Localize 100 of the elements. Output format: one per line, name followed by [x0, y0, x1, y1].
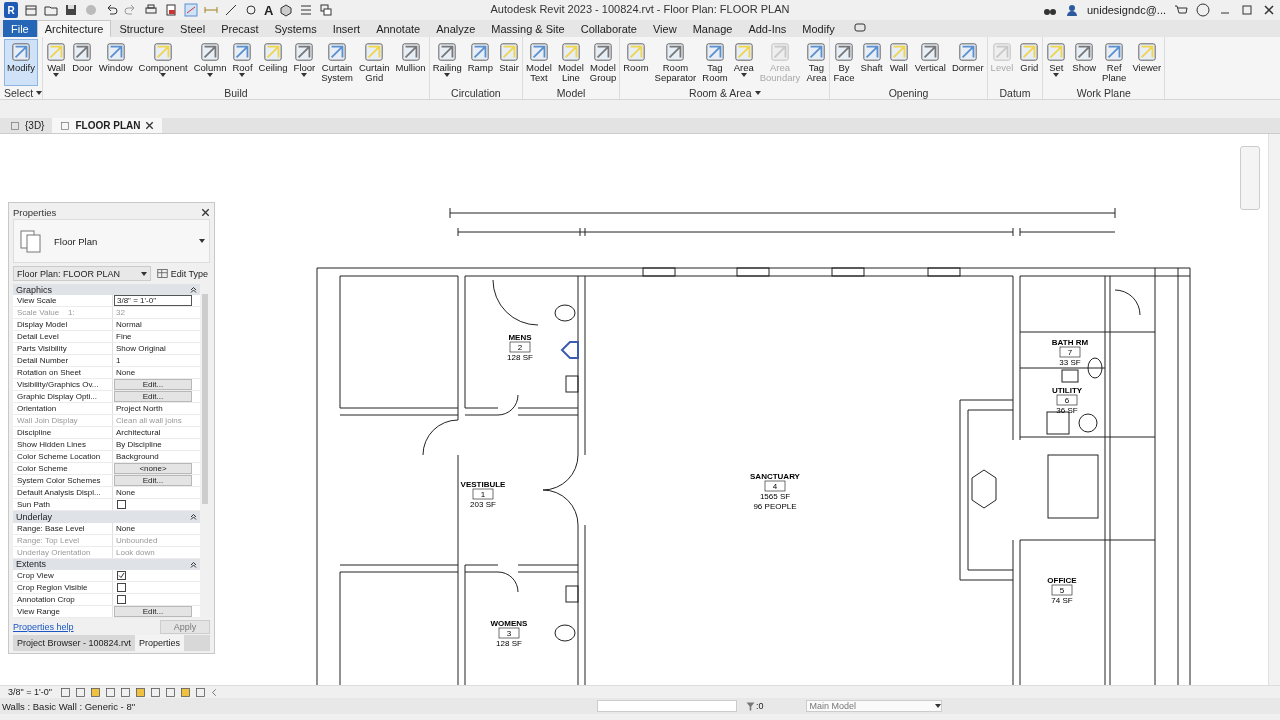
- ribbon-tab[interactable]: Precast: [213, 20, 267, 37]
- checkbox[interactable]: [117, 571, 126, 580]
- section-header[interactable]: Underlay: [13, 511, 200, 523]
- ribbon-tool[interactable]: Dormer: [948, 39, 987, 86]
- ribbon-tool[interactable]: Model Text: [523, 39, 555, 86]
- scrollbar[interactable]: [1268, 134, 1280, 685]
- edit-type-button[interactable]: Edit Type: [154, 266, 210, 281]
- ribbon-tab[interactable]: Steel: [172, 20, 214, 37]
- ribbon-tab[interactable]: Massing & Site: [483, 20, 573, 37]
- ribbon-tool[interactable]: Floor: [290, 39, 319, 86]
- ribbon-tool[interactable]: Component: [135, 39, 191, 86]
- property-button[interactable]: Edit...: [114, 606, 192, 617]
- user-account[interactable]: unidesigndc@...: [1086, 4, 1166, 16]
- property-value: 1: [115, 355, 122, 367]
- view-icon[interactable]: [10, 120, 20, 131]
- ribbon-tool[interactable]: By Face: [830, 39, 858, 86]
- section-header[interactable]: Extents: [13, 558, 200, 570]
- document-tab[interactable]: FLOOR PLAN: [52, 118, 163, 133]
- ribbon-tab[interactable]: Collaborate: [572, 20, 645, 37]
- ribbon-tab[interactable]: View: [645, 20, 685, 37]
- ribbon-tool[interactable]: Stair: [496, 39, 523, 86]
- measure-icon[interactable]: [184, 3, 198, 17]
- ribbon-tool[interactable]: Door: [69, 39, 96, 86]
- ribbon-tool[interactable]: Tag Room: [699, 39, 731, 86]
- tile-icon: [733, 42, 754, 62]
- ribbon-tool[interactable]: Railing: [429, 39, 465, 86]
- windows-icon[interactable]: [319, 3, 334, 17]
- panel-tab[interactable]: Project Browser - 100824.rvt: [13, 635, 136, 651]
- workset-field[interactable]: [597, 700, 737, 712]
- document-tab[interactable]: {3D}: [2, 118, 53, 133]
- checkbox[interactable]: [117, 595, 126, 604]
- ribbon-tool[interactable]: Model Line: [554, 39, 587, 86]
- list-icon[interactable]: [299, 3, 314, 17]
- ribbon-tool[interactable]: Tag Area: [803, 39, 830, 86]
- ribbon-tool[interactable]: Vertical: [911, 39, 949, 86]
- ribbon-tab[interactable]: Analyze: [428, 20, 484, 37]
- user-icon[interactable]: [1064, 3, 1079, 17]
- ribbon-tab[interactable]: Manage: [684, 20, 741, 37]
- group-label[interactable]: Select: [4, 86, 34, 99]
- pdf-icon[interactable]: [164, 3, 178, 17]
- ribbon-tool[interactable]: Curtain Grid: [355, 39, 393, 86]
- ribbon-tool[interactable]: Roof: [229, 39, 256, 86]
- print-icon[interactable]: [144, 3, 158, 17]
- ribbon-tool[interactable]: Mullion: [392, 39, 429, 86]
- instance-dropdown[interactable]: Floor Plan: FLOOR PLAN: [13, 266, 151, 281]
- ribbon-tool[interactable]: Area: [730, 39, 757, 86]
- checkbox[interactable]: [117, 583, 126, 592]
- ribbon-tool[interactable]: Grid: [1016, 39, 1043, 86]
- ribbon-tool[interactable]: Wall: [885, 39, 912, 86]
- panel-tab[interactable]: Properties: [135, 635, 185, 651]
- type-selector[interactable]: Floor Plan: [13, 219, 210, 263]
- app-logo[interactable]: R: [4, 2, 18, 18]
- ribbon-tool[interactable]: Show: [1069, 39, 1100, 86]
- view-cube-icon[interactable]: [279, 3, 294, 17]
- ribbon-tool[interactable]: Set: [1043, 39, 1070, 86]
- ribbon-tool[interactable]: Shaft: [857, 39, 886, 86]
- maximize-icon[interactable]: [1240, 3, 1254, 17]
- ribbon-tool[interactable]: Modify: [4, 39, 38, 86]
- text-tool[interactable]: A: [264, 2, 274, 18]
- property-button[interactable]: <none>: [114, 463, 192, 475]
- ribbon-tool[interactable]: Ramp: [464, 39, 497, 86]
- cart-icon[interactable]: [1174, 3, 1188, 17]
- save-icon[interactable]: [64, 3, 78, 17]
- ribbon-tab[interactable]: Systems: [266, 20, 325, 37]
- folder-icon[interactable]: [44, 3, 58, 17]
- ribbon-tool[interactable]: Ceiling: [255, 39, 291, 86]
- ribbon-tool[interactable]: Wall: [43, 39, 70, 86]
- close-icon[interactable]: [201, 207, 210, 217]
- ribbon-tool[interactable]: Viewer: [1129, 39, 1165, 86]
- ribbon-tool[interactable]: Curtain System: [318, 39, 356, 86]
- property-button[interactable]: Edit...: [114, 379, 192, 391]
- ribbon-tool[interactable]: Ref Plane: [1099, 39, 1130, 86]
- ribbon-tab[interactable]: Add-Ins: [740, 20, 795, 37]
- group-label[interactable]: Room & Area: [689, 86, 752, 99]
- ribbon-tool[interactable]: Room: [620, 39, 652, 86]
- ribbon-tool[interactable]: Model Group: [586, 39, 620, 86]
- property-field[interactable]: 3/8" = 1'-0": [114, 295, 192, 307]
- property-button[interactable]: Edit...: [114, 391, 192, 403]
- file-menu[interactable]: File: [3, 20, 37, 37]
- property-button[interactable]: Edit...: [114, 475, 192, 487]
- view-icon[interactable]: [60, 120, 71, 131]
- ribbon-tab[interactable]: Architecture: [36, 20, 112, 37]
- ribbon-tool[interactable]: Window: [95, 39, 136, 86]
- ribbon-tool[interactable]: Column: [190, 39, 230, 86]
- section-header[interactable]: Graphics: [13, 284, 200, 296]
- ribbon-tab[interactable]: Modify: [794, 20, 843, 37]
- help-link[interactable]: Properties help: [13, 621, 74, 632]
- ribbon-tab[interactable]: Structure: [111, 20, 173, 37]
- ribbon-tool[interactable]: Room Separator: [651, 39, 700, 86]
- line-icon[interactable]: [224, 3, 238, 17]
- ribbon-tab[interactable]: Annotate: [368, 20, 429, 37]
- property-label: Display Model: [13, 319, 113, 331]
- close-icon[interactable]: [1262, 3, 1276, 17]
- checkbox[interactable]: [117, 500, 126, 510]
- model-dropdown[interactable]: Main Model: [805, 700, 942, 712]
- table-icon[interactable]: [156, 268, 168, 279]
- ribbon-tab[interactable]: Insert: [324, 20, 369, 37]
- view-scale[interactable]: 3/8" = 1'-0": [8, 687, 52, 697]
- close-icon[interactable]: [145, 121, 155, 130]
- filter-icon[interactable]: [745, 700, 756, 712]
